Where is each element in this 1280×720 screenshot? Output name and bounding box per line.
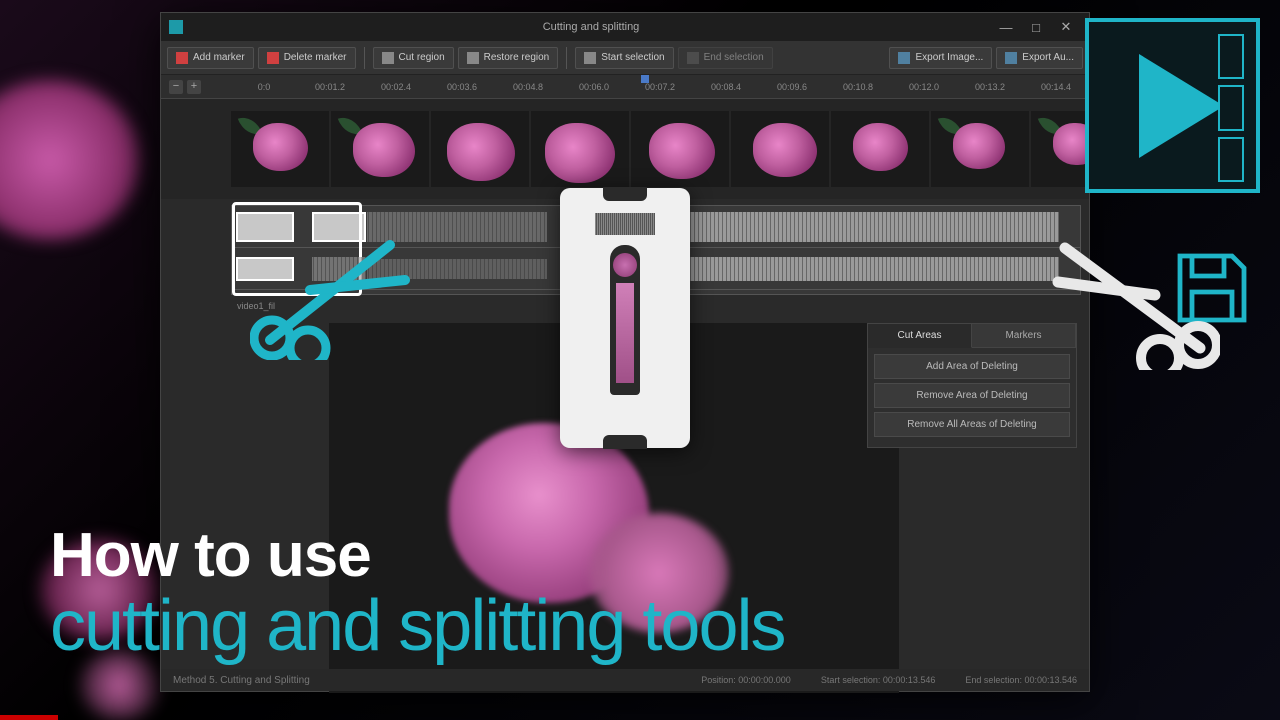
waveform-segment — [689, 212, 1059, 242]
ruler-tick: 00:13.2 — [957, 82, 1023, 92]
end-selection-button[interactable]: End selection — [678, 47, 773, 69]
scissors-white-icon — [1050, 230, 1220, 370]
restore-region-button[interactable]: Restore region — [458, 47, 559, 69]
video-thumbnail — [631, 111, 729, 187]
video-thumbnail — [731, 111, 829, 187]
ruler-tick: 00:06.0 — [561, 82, 627, 92]
restore-icon — [467, 52, 479, 64]
ruler-tick: 00:10.8 — [825, 82, 891, 92]
minimize-button[interactable]: — — [991, 20, 1021, 35]
cut-region-button[interactable]: Cut region — [373, 47, 454, 69]
delete-marker-button[interactable]: Delete marker — [258, 47, 356, 69]
position-label: Position: 00:00:00.000 — [701, 675, 791, 685]
label: Cut region — [399, 52, 445, 63]
ruler-tick: 00:14.4 — [1023, 82, 1089, 92]
ruler-tick: 0:0 — [231, 82, 297, 92]
remove-all-areas-button[interactable]: Remove All Areas of Deleting — [874, 412, 1070, 437]
headline-line2: cutting and splitting tools — [50, 585, 784, 667]
play-icon — [1139, 54, 1224, 158]
add-area-button[interactable]: Add Area of Deleting — [874, 354, 1070, 379]
label: Restore region — [484, 52, 550, 63]
audio-icon — [1005, 52, 1017, 64]
toolbar: Add marker Delete marker Cut region Rest… — [161, 41, 1089, 75]
end-selection-label: End selection: 00:00:13.546 — [965, 675, 1077, 685]
tab-cut-areas[interactable]: Cut Areas — [868, 324, 972, 348]
bracket-left-icon — [584, 52, 596, 64]
ruler-tick: 00:08.4 — [693, 82, 759, 92]
waveform-segment — [689, 257, 1059, 281]
bracket-right-icon — [687, 52, 699, 64]
video-thumbnail — [931, 111, 1029, 187]
label: Add marker — [193, 52, 245, 63]
scissors-icon — [382, 52, 394, 64]
start-selection-button[interactable]: Start selection — [575, 47, 673, 69]
waveform-chip — [595, 213, 655, 235]
ruler-tick: 00:12.0 — [891, 82, 957, 92]
video-thumbnail — [831, 111, 929, 187]
export-image-button[interactable]: Export Image... — [889, 47, 992, 69]
flag-x-icon — [267, 52, 279, 64]
titlebar: Cutting and splitting — □ ✕ — [161, 13, 1089, 41]
headline: How to use cutting and splitting tools — [50, 520, 784, 667]
side-list: Add Area of Deleting Remove Area of Dele… — [868, 348, 1076, 447]
zoom-out-button[interactable]: − — [169, 80, 183, 94]
playhead-icon[interactable] — [641, 75, 649, 83]
statusbar: Method 5. Cutting and Splitting Position… — [161, 669, 1089, 691]
ruler-tick: 00:02.4 — [363, 82, 429, 92]
separator — [566, 47, 567, 69]
bg-flower — [0, 80, 140, 240]
ruler-tick: 00:01.2 — [297, 82, 363, 92]
close-button[interactable]: ✕ — [1051, 19, 1081, 35]
video-thumbnail — [231, 111, 329, 187]
ruler-tick: 00:03.6 — [429, 82, 495, 92]
export-audio-button[interactable]: Export Au... — [996, 47, 1083, 69]
ruler-tick: 00:04.8 — [495, 82, 561, 92]
headline-line1: How to use — [50, 520, 784, 591]
video-thumbnail — [531, 111, 629, 187]
side-tabs: Cut Areas Markers — [868, 324, 1076, 348]
vsdc-logo — [1085, 18, 1260, 193]
label: Delete marker — [284, 52, 347, 63]
label: End selection — [704, 52, 764, 63]
zoom-in-button[interactable]: + — [187, 80, 201, 94]
maximize-button[interactable]: □ — [1021, 20, 1051, 35]
add-marker-button[interactable]: Add marker — [167, 47, 254, 69]
method-label: Method 5. Cutting and Splitting — [173, 675, 310, 686]
label: Start selection — [601, 52, 664, 63]
label: Export Au... — [1022, 52, 1074, 63]
side-panel: Cut Areas Markers Add Area of Deleting R… — [867, 323, 1077, 448]
video-progress-bar[interactable] — [0, 715, 58, 720]
image-icon — [898, 52, 910, 64]
window-title: Cutting and splitting — [191, 21, 991, 33]
ruler-tick: 00:09.6 — [759, 82, 825, 92]
label: Export Image... — [915, 52, 983, 63]
ruler-tick: 00:07.2 — [627, 82, 693, 92]
app-icon — [169, 20, 183, 34]
video-thumbnail — [331, 111, 429, 187]
remove-area-button[interactable]: Remove Area of Deleting — [874, 383, 1070, 408]
separator — [364, 47, 365, 69]
timeline-ruler[interactable]: − + 0:0 00:01.2 00:02.4 00:03.6 00:04.8 … — [161, 75, 1089, 99]
video-thumbnail — [1031, 111, 1089, 187]
film-strip-icon — [1218, 34, 1244, 182]
flag-icon — [176, 52, 188, 64]
video-thumbnail — [431, 111, 529, 187]
video-thumbnail-track[interactable] — [161, 99, 1089, 199]
scissors-cyan-icon — [250, 230, 410, 360]
start-selection-label: Start selection: 00:00:13.546 — [821, 675, 936, 685]
razor-blade-graphic — [560, 188, 690, 448]
